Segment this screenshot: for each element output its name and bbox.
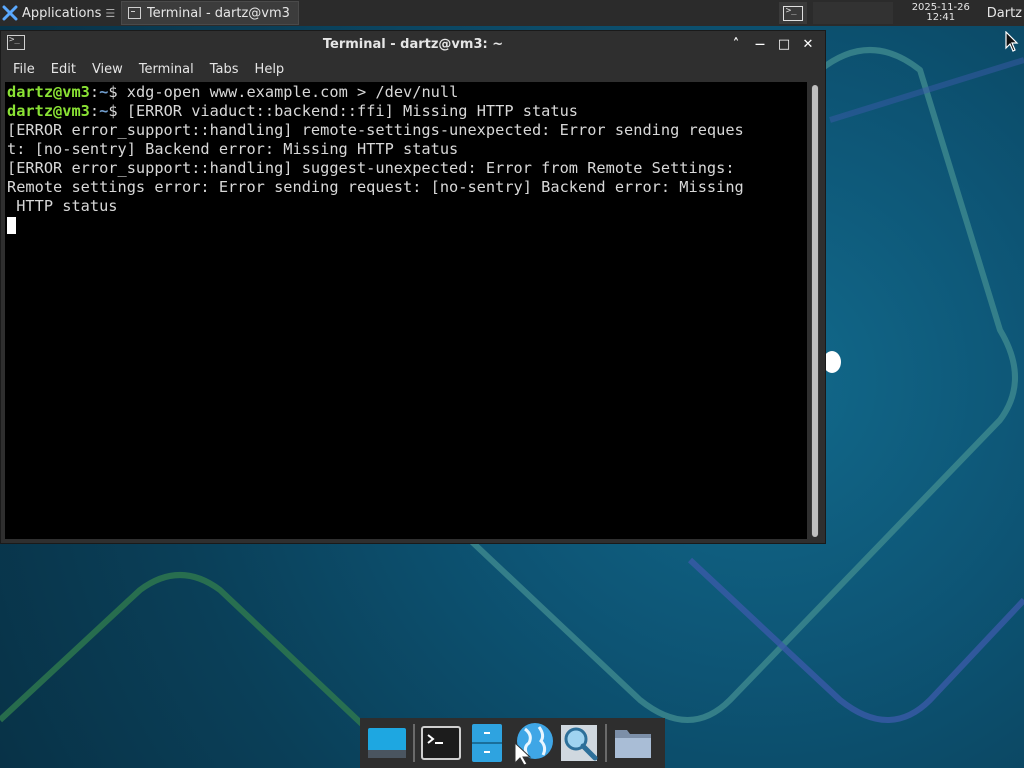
dock-file-manager[interactable]	[464, 720, 510, 766]
terminal-output[interactable]: dartz@vm3:~$ xdg-open www.example.com > …	[5, 82, 807, 539]
menu-file[interactable]: File	[5, 62, 43, 77]
terminal-line: Remote settings error: Error sending req…	[7, 178, 744, 196]
command-text: xdg-open www.example.com > /dev/null	[126, 83, 459, 101]
dock-terminal[interactable]	[418, 720, 464, 766]
dock-show-desktop[interactable]	[364, 720, 410, 766]
terminal-window: Terminal - dartz@vm3: ~ ˄ — □ ✕ File Edi…	[0, 30, 826, 544]
terminal-icon	[782, 5, 803, 21]
applications-menu[interactable]: Applications ☰	[0, 0, 119, 26]
menu-view[interactable]: View	[84, 62, 131, 77]
minimize-button[interactable]: —	[749, 34, 771, 54]
scrollbar[interactable]	[811, 85, 819, 537]
mouse-pointer-icon	[1005, 31, 1019, 52]
terminal-line: dartz@vm3:~$ xdg-open www.example.com > …	[7, 83, 807, 102]
scrollbar-thumb[interactable]	[812, 85, 818, 537]
web-browser-icon	[514, 723, 553, 765]
user-menu[interactable]: Dartz	[987, 6, 1024, 21]
terminal-line: HTTP status	[7, 197, 118, 215]
dock-app-finder[interactable]	[556, 720, 602, 766]
dock	[360, 718, 665, 768]
file-manager-icon	[472, 724, 502, 762]
dock-web-browser[interactable]	[510, 720, 556, 766]
menu-terminal[interactable]: Terminal	[131, 62, 202, 77]
folder-icon	[615, 730, 651, 758]
prompt-separator: :	[89, 102, 100, 120]
prompt-path: ~	[99, 102, 109, 120]
window-title: Terminal - dartz@vm3: ~	[322, 36, 504, 52]
prompt-symbol: $	[108, 102, 127, 120]
taskbar-button-terminal[interactable]: Terminal - dartz@vm3: ~	[121, 1, 300, 25]
maximize-button[interactable]: □	[773, 34, 795, 54]
clock[interactable]: 2025-11-26 12:41	[901, 3, 981, 23]
prompt-user: dartz@vm3	[7, 102, 90, 120]
dock-separator	[605, 724, 607, 762]
menu-tabs[interactable]: Tabs	[202, 62, 247, 77]
text-cursor	[7, 217, 16, 234]
menu-separator-icon: ☰	[105, 6, 116, 20]
app-finder-icon	[561, 725, 598, 761]
taskbar-button-label: Terminal - dartz@vm3: ~	[146, 5, 291, 21]
show-desktop-icon	[368, 728, 406, 758]
terminal-line: [ERROR error_support::handling] suggest-…	[7, 159, 735, 177]
terminal-icon	[421, 726, 461, 760]
prompt-user: dartz@vm3	[7, 83, 90, 101]
close-button[interactable]: ✕	[797, 34, 819, 54]
menu-bar: File Edit View Terminal Tabs Help	[1, 57, 825, 81]
top-panel: Applications ☰ Terminal - dartz@vm3: ~ 2…	[0, 0, 1024, 26]
prompt-symbol: $	[108, 83, 127, 101]
workspace-switcher[interactable]	[812, 2, 893, 24]
terminal-line: dartz@vm3:~$ [ERROR viaduct::backend::ff…	[7, 102, 807, 121]
terminal-icon	[128, 7, 141, 19]
xfce-logo-icon	[2, 5, 18, 21]
cursor-line	[7, 216, 807, 235]
applications-label: Applications	[22, 5, 102, 21]
prompt-path: ~	[99, 83, 109, 101]
menu-edit[interactable]: Edit	[43, 62, 84, 77]
terminal-line: [ERROR error_support::handling] remote-s…	[7, 121, 744, 139]
dock-separator	[413, 724, 415, 762]
menu-help[interactable]: Help	[247, 62, 293, 77]
clock-time: 12:41	[926, 12, 956, 23]
panel-terminal-launcher[interactable]	[778, 2, 807, 24]
terminal-line: t: [no-sentry] Backend error: Missing HT…	[7, 140, 459, 158]
window-titlebar[interactable]: Terminal - dartz@vm3: ~ ˄ — □ ✕	[1, 31, 825, 57]
command-text: [ERROR viaduct::backend::ffi] Missing HT…	[126, 102, 579, 120]
prompt-separator: :	[89, 83, 100, 101]
window-controls: ˄ — □ ✕	[725, 34, 819, 54]
shade-button[interactable]: ˄	[725, 34, 747, 54]
dock-folder[interactable]	[610, 720, 656, 766]
